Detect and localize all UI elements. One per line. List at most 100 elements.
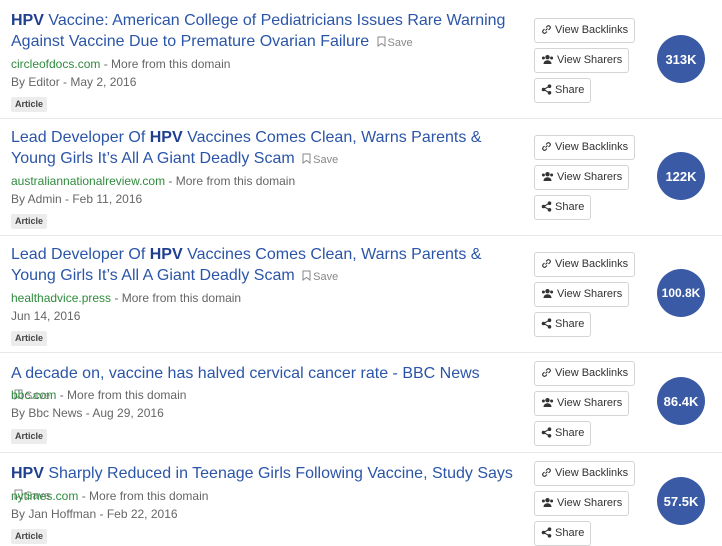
domain-link[interactable]: circleofdocs.com xyxy=(11,57,100,71)
byline: By Editor - May 2, 2016 xyxy=(11,75,137,89)
article-source: nytimes.com - More from this domain xyxy=(11,488,208,504)
users-icon xyxy=(541,172,554,181)
share-label: Share xyxy=(555,318,585,330)
users-icon xyxy=(541,398,554,407)
share-button[interactable]: Share xyxy=(534,521,592,546)
share-icon xyxy=(541,427,552,438)
more-from-domain-link[interactable]: More from this domain xyxy=(67,388,186,402)
view-backlinks-label: View Backlinks xyxy=(555,258,629,270)
view-sharers-label: View Sharers xyxy=(557,54,623,66)
link-icon xyxy=(542,468,551,477)
view-backlinks-button[interactable]: View Backlinks xyxy=(534,135,636,160)
domain-link[interactable]: nytimes.com xyxy=(11,489,78,503)
save-label: Save xyxy=(313,154,339,166)
separator: - xyxy=(165,174,176,188)
article-title-link[interactable]: Lead Developer Of HPV Vaccines Comes Cle… xyxy=(11,127,521,171)
link-icon xyxy=(542,142,551,151)
more-from-domain-link[interactable]: More from this domain xyxy=(176,174,295,188)
bookmark-icon xyxy=(377,36,386,47)
view-sharers-button[interactable]: View Sharers xyxy=(534,48,630,73)
share-label: Share xyxy=(555,527,585,539)
title-prefix: Lead Developer Of xyxy=(11,246,150,263)
save-button[interactable]: Save xyxy=(302,153,339,166)
bookmark-icon xyxy=(302,153,311,164)
users-icon xyxy=(541,498,554,507)
title-keyword: HPV xyxy=(149,129,183,146)
separator: - xyxy=(56,388,68,402)
article-row: A decade on, vaccine has halved cervical… xyxy=(0,353,722,453)
share-label: Share xyxy=(555,427,585,439)
view-backlinks-label: View Backlinks xyxy=(555,467,629,479)
view-backlinks-button[interactable]: View Backlinks xyxy=(534,18,636,43)
view-sharers-label: View Sharers xyxy=(557,288,623,300)
article-title-link[interactable]: Lead Developer Of HPV Vaccines Comes Cle… xyxy=(11,244,521,288)
byline: By Admin - Feb 11, 2016 xyxy=(11,192,143,206)
view-sharers-label: View Sharers xyxy=(557,397,623,409)
article-source: bbc.com - More from this domain xyxy=(11,387,186,403)
users-icon xyxy=(541,289,554,298)
users-icon xyxy=(541,55,554,64)
share-button[interactable]: Share xyxy=(534,195,592,220)
view-backlinks-button[interactable]: View Backlinks xyxy=(534,461,636,486)
separator: - xyxy=(78,489,90,503)
view-backlinks-label: View Backlinks xyxy=(555,24,629,36)
share-count-badge: 100.8K xyxy=(657,269,705,317)
title-text: Sharply Reduced in Teenage Girls Followi… xyxy=(43,465,513,482)
save-label: Save xyxy=(313,271,339,283)
share-count-badge: 122K xyxy=(657,152,705,200)
view-backlinks-button[interactable]: View Backlinks xyxy=(534,252,636,277)
share-button[interactable]: Share xyxy=(534,312,592,337)
article-title-link[interactable]: HPV Vaccine: American College of Pediatr… xyxy=(11,10,521,54)
share-button[interactable]: Share xyxy=(534,78,592,103)
share-count-badge: 313K xyxy=(657,35,705,83)
separator: - xyxy=(100,57,112,71)
article-source: healthadvice.press - More from this doma… xyxy=(11,290,241,306)
content-type-badge: Article xyxy=(11,97,48,112)
share-icon xyxy=(541,527,552,538)
view-sharers-button[interactable]: View Sharers xyxy=(534,491,630,516)
article-row: Lead Developer Of HPV Vaccines Comes Cle… xyxy=(0,119,722,236)
link-icon xyxy=(542,259,551,268)
article-source: australiannationalreview.com - More from… xyxy=(11,173,295,189)
content-type-badge: Article xyxy=(11,429,48,444)
article-row: Lead Developer Of HPV Vaccines Comes Cle… xyxy=(0,236,722,353)
domain-link[interactable]: bbc.com xyxy=(11,388,56,402)
save-button[interactable]: Save xyxy=(377,36,413,49)
title-keyword: HPV xyxy=(11,12,44,29)
share-label: Share xyxy=(555,201,585,213)
content-type-badge: Article xyxy=(11,331,48,346)
article-source: circleofdocs.com - More from this domain xyxy=(11,56,230,72)
title-text: Vaccine: American College of Pediatricia… xyxy=(11,12,506,50)
save-label: Save xyxy=(387,37,413,49)
content-type-badge: Article xyxy=(11,214,48,229)
view-sharers-button[interactable]: View Sharers xyxy=(534,165,630,190)
view-sharers-button[interactable]: View Sharers xyxy=(534,282,630,307)
byline: Jun 14, 2016 xyxy=(11,309,81,323)
share-button[interactable]: Share xyxy=(534,421,592,446)
share-icon xyxy=(541,84,552,95)
share-icon xyxy=(541,318,552,329)
title-keyword: HPV xyxy=(149,246,183,263)
separator: - xyxy=(111,291,122,305)
more-from-domain-link[interactable]: More from this domain xyxy=(122,291,241,305)
title-text: A decade on, vaccine has halved cervical… xyxy=(11,365,480,382)
more-from-domain-link[interactable]: More from this domain xyxy=(89,489,208,503)
more-from-domain-link[interactable]: More from this domain xyxy=(111,57,230,71)
article-row: HPV Vaccine: American College of Pediatr… xyxy=(0,0,722,119)
view-sharers-button[interactable]: View Sharers xyxy=(534,391,630,416)
byline: By Bbc News - Aug 29, 2016 xyxy=(11,406,164,420)
save-button[interactable]: Save xyxy=(302,270,339,283)
share-count-badge: 57.5K xyxy=(657,477,705,525)
view-backlinks-label: View Backlinks xyxy=(555,367,629,379)
byline: By Jan Hoffman - Feb 22, 2016 xyxy=(11,507,178,521)
domain-link[interactable]: healthadvice.press xyxy=(11,291,111,305)
title-keyword: HPV xyxy=(11,465,44,482)
domain-link[interactable]: australiannationalreview.com xyxy=(11,174,165,188)
share-label: Share xyxy=(555,84,585,96)
title-prefix: Lead Developer Of xyxy=(11,129,150,146)
view-sharers-label: View Sharers xyxy=(557,497,623,509)
view-backlinks-button[interactable]: View Backlinks xyxy=(534,361,636,386)
view-backlinks-label: View Backlinks xyxy=(555,141,629,153)
link-icon xyxy=(542,368,551,377)
link-icon xyxy=(542,25,551,34)
